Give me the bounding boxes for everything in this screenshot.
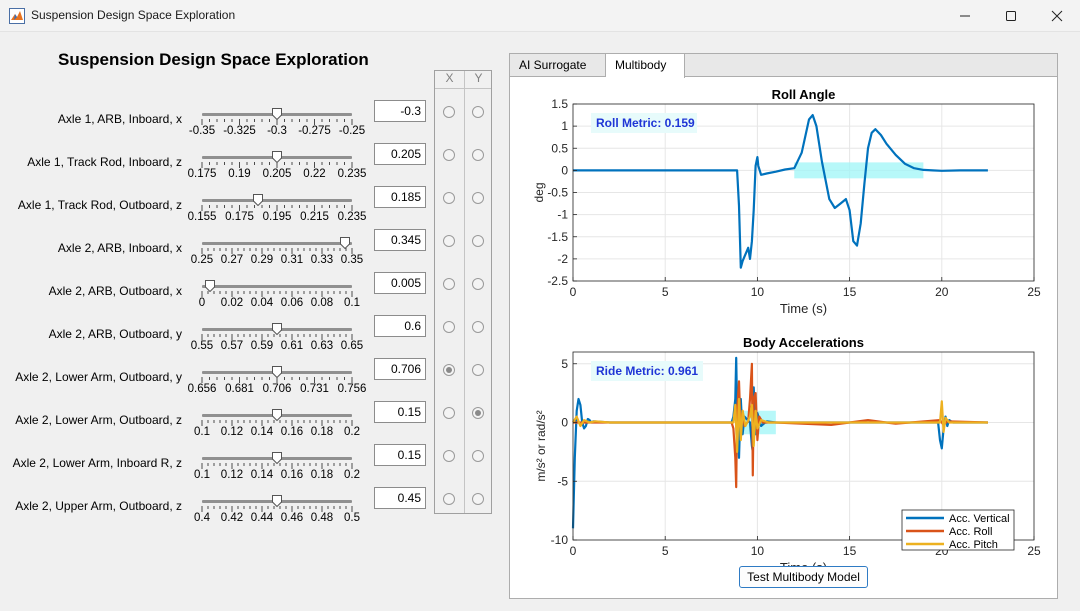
y-axis-label: deg: [532, 182, 546, 202]
x-tick-label: 5: [662, 544, 669, 558]
y-tick-label: -2.5: [547, 274, 568, 288]
minimize-button[interactable]: [942, 0, 988, 31]
x-tick-label: 10: [751, 285, 765, 299]
y-axis-label: m/s² or rad/s²: [534, 410, 548, 481]
test-multibody-button[interactable]: Test Multibody Model: [739, 566, 868, 588]
matlab-app-icon: [9, 8, 25, 24]
y-tick-label: -10: [551, 533, 569, 547]
x-tick-label: 25: [1027, 285, 1041, 299]
x-tick-label: 0: [570, 285, 577, 299]
metric-annotation: Roll Metric: 0.159: [596, 116, 695, 130]
close-icon: [1051, 10, 1063, 21]
minimize-icon: [960, 15, 970, 16]
x-tick-label: 5: [662, 285, 669, 299]
metric-highlight: [794, 162, 924, 179]
y-tick-label: -1: [557, 208, 568, 222]
x-tick-label: 20: [935, 285, 949, 299]
close-button[interactable]: [1034, 0, 1080, 31]
legend-entry: Acc. Roll: [949, 526, 992, 538]
legend-entry: Acc. Pitch: [949, 539, 998, 551]
app-content: Suspension Design Space Exploration Axle…: [0, 32, 1080, 611]
x-tick-label: 15: [843, 544, 857, 558]
y-tick-label: 0: [561, 416, 568, 430]
y-tick-label: -1.5: [547, 230, 568, 244]
maximize-button[interactable]: [988, 0, 1034, 31]
x-tick-label: 15: [843, 285, 857, 299]
chart-title: Body Accelerations: [743, 335, 864, 350]
x-tick-label: 0: [570, 544, 577, 558]
y-tick-label: -0.5: [547, 186, 568, 200]
y-tick-label: -2: [557, 252, 568, 266]
y-tick-label: 0: [561, 163, 568, 177]
x-tick-label: 10: [751, 544, 765, 558]
x-tick-label: 25: [1027, 544, 1041, 558]
window-title: Suspension Design Space Exploration: [31, 8, 236, 22]
metric-annotation: Ride Metric: 0.961: [596, 364, 698, 378]
y-tick-label: 5: [561, 357, 568, 371]
x-axis-label: Time (s): [780, 301, 827, 316]
y-tick-label: 1: [561, 119, 568, 133]
chart-title: Roll Angle: [772, 87, 836, 102]
legend-entry: Acc. Vertical: [949, 513, 1010, 525]
y-tick-label: 1.5: [551, 97, 568, 111]
title-bar: Suspension Design Space Exploration: [0, 0, 1080, 32]
y-tick-label: -5: [557, 474, 568, 488]
y-tick-label: 0.5: [551, 141, 568, 155]
plots-canvas: 0 5 10 15 20 25 -2.5 -2 -1.5 -1 -0.5 0 0.5 1 1.5 Roll A…: [532, 87, 1041, 575]
maximize-icon: [1006, 10, 1016, 21]
